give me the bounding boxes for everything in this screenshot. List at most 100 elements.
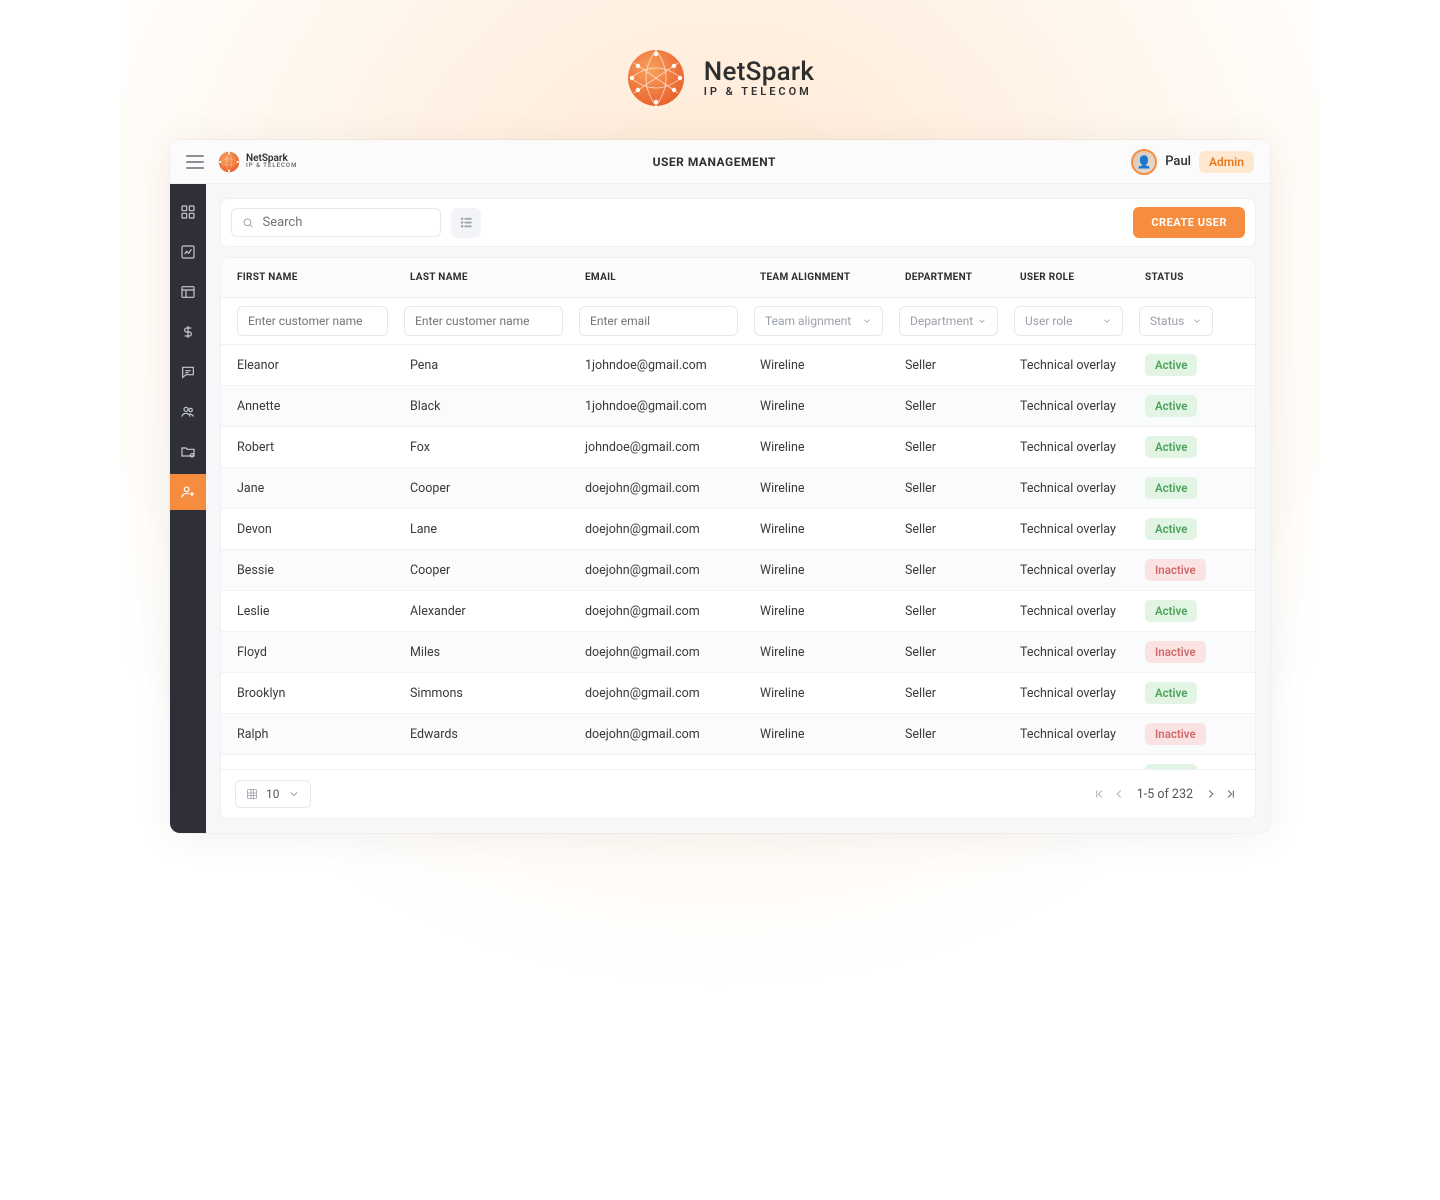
col-first-name[interactable]: FIRST NAME	[221, 258, 396, 297]
filter-row: Team alignment Department User role Stat…	[221, 298, 1255, 345]
table-cell: doejohn@gmail.com	[571, 472, 746, 505]
table-cell: Technical overlay	[1006, 431, 1131, 464]
table-cell: Technical overlay	[1006, 554, 1131, 587]
table-cell: doejohn@gmail.com	[571, 513, 746, 546]
pager-next[interactable]	[1201, 784, 1221, 804]
sidebar-item-dashboard[interactable]	[170, 194, 206, 230]
status-badge: Active	[1145, 682, 1197, 704]
pager-prev[interactable]	[1109, 784, 1129, 804]
col-role[interactable]: USER ROLE	[1006, 258, 1131, 297]
hamburger-icon[interactable]	[186, 155, 204, 169]
table-cell: doejohn@gmail.com	[571, 718, 746, 751]
table-row[interactable]: JaneCooperdoejohn@gmail.comWirelineSelle…	[221, 468, 1255, 509]
table-cell: Miles	[396, 636, 571, 669]
table-cell: Technical overlay	[1006, 718, 1131, 751]
table-cell: Alexander	[396, 595, 571, 628]
page-size-value: 10	[266, 787, 280, 801]
table-row[interactable]: JacobJonesdoejohn@gmail.comWirelineSelle…	[221, 755, 1255, 769]
table-cell: 1johndoe@gmail.com	[571, 349, 746, 382]
table-cell: Seller	[891, 595, 1006, 628]
table-cell: Fox	[396, 431, 571, 464]
col-dept[interactable]: DEPARTMENT	[891, 258, 1006, 297]
status-cell: Active	[1131, 345, 1221, 385]
page-size-select[interactable]: 10	[235, 780, 311, 808]
filter-first-name[interactable]	[237, 306, 388, 336]
table-cell: Technical overlay	[1006, 472, 1131, 505]
chevron-down-icon	[862, 316, 872, 326]
sidebar-item-user-management[interactable]	[170, 474, 206, 510]
list-view-toggle[interactable]	[451, 208, 481, 238]
table-row[interactable]: FloydMilesdoejohn@gmail.comWirelineSelle…	[221, 632, 1255, 673]
sidebar-item-analytics[interactable]	[170, 234, 206, 270]
col-status[interactable]: STATUS	[1131, 258, 1221, 297]
table-cell: Annette	[221, 390, 396, 423]
status-badge: Active	[1145, 354, 1197, 376]
chevron-down-icon	[1102, 316, 1112, 326]
filter-role[interactable]: User role	[1014, 306, 1123, 336]
filter-last-name[interactable]	[404, 306, 563, 336]
table-cell: Ralph	[221, 718, 396, 751]
pager-first[interactable]	[1089, 784, 1109, 804]
table-cell: doejohn@gmail.com	[571, 759, 746, 770]
table-cell: Seller	[891, 349, 1006, 382]
sidebar-item-people[interactable]	[170, 394, 206, 430]
col-last-name[interactable]: LAST NAME	[396, 258, 571, 297]
status-badge: Active	[1145, 395, 1197, 417]
table-row[interactable]: AnnetteBlack1johndoe@gmail.comWirelineSe…	[221, 386, 1255, 427]
main-panel: CREATE USER FIRST NAME LAST NAME EMAIL T…	[206, 184, 1270, 833]
table-cell: Robert	[221, 431, 396, 464]
avatar[interactable]: 👤	[1131, 149, 1157, 175]
status-cell: Active	[1131, 755, 1221, 769]
chevron-down-icon	[1192, 316, 1202, 326]
app-header: NetSpark IP & TELECOM USER MANAGEMENT 👤 …	[170, 140, 1270, 184]
table-row[interactable]: EleanorPena1johndoe@gmail.comWirelineSel…	[221, 345, 1255, 386]
grid-icon	[246, 788, 258, 800]
table-cell: Technical overlay	[1006, 636, 1131, 669]
filter-team[interactable]: Team alignment	[754, 306, 883, 336]
create-user-button[interactable]: CREATE USER	[1133, 207, 1245, 238]
col-team[interactable]: TEAM ALIGNMENT	[746, 258, 891, 297]
search-input-wrap[interactable]	[231, 208, 441, 237]
table-cell: Floyd	[221, 636, 396, 669]
col-email[interactable]: EMAIL	[571, 258, 746, 297]
user-name: Paul	[1165, 154, 1191, 169]
status-cell: Inactive	[1131, 632, 1221, 672]
status-cell: Active	[1131, 468, 1221, 508]
table-row[interactable]: BrooklynSimmonsdoejohn@gmail.comWireline…	[221, 673, 1255, 714]
sidebar-item-folder[interactable]	[170, 434, 206, 470]
filter-status[interactable]: Status	[1139, 306, 1213, 336]
table-body: EleanorPena1johndoe@gmail.comWirelineSel…	[221, 345, 1255, 769]
sidebar-item-billing[interactable]	[170, 314, 206, 350]
table-row[interactable]: RalphEdwardsdoejohn@gmail.comWirelineSel…	[221, 714, 1255, 755]
page-info: 1-5 of 232	[1137, 787, 1193, 802]
table-cell: Jones	[396, 759, 571, 770]
table-cell: Devon	[221, 513, 396, 546]
search-input[interactable]	[262, 215, 430, 230]
table-row[interactable]: DevonLanedoejohn@gmail.comWirelineSeller…	[221, 509, 1255, 550]
table-cell: Wireline	[746, 636, 891, 669]
filter-dept[interactable]: Department	[899, 306, 998, 336]
table-cell: doejohn@gmail.com	[571, 677, 746, 710]
table-cell: Wireline	[746, 677, 891, 710]
table-cell: Wireline	[746, 718, 891, 751]
table-cell: Seller	[891, 718, 1006, 751]
table-cell: Wireline	[746, 390, 891, 423]
search-icon	[242, 216, 254, 230]
table-cell: doejohn@gmail.com	[571, 595, 746, 628]
mini-brand-tagline: IP & TELECOM	[246, 163, 297, 168]
table-cell: Seller	[891, 472, 1006, 505]
users-table: FIRST NAME LAST NAME EMAIL TEAM ALIGNMEN…	[220, 257, 1256, 819]
table-row[interactable]: LeslieAlexanderdoejohn@gmail.comWireline…	[221, 591, 1255, 632]
sidebar-item-table[interactable]	[170, 274, 206, 310]
table-cell: Technical overlay	[1006, 677, 1131, 710]
table-row[interactable]: BessieCooperdoejohn@gmail.comWirelineSel…	[221, 550, 1255, 591]
sidebar-item-chat[interactable]	[170, 354, 206, 390]
pager-last[interactable]	[1221, 784, 1241, 804]
sidebar	[170, 184, 206, 833]
table-cell: Pena	[396, 349, 571, 382]
filter-email[interactable]	[579, 306, 738, 336]
table-row[interactable]: RobertFoxjohndoe@gmail.comWirelineSeller…	[221, 427, 1255, 468]
table-cell: Seller	[891, 431, 1006, 464]
status-badge: Active	[1145, 600, 1197, 622]
status-badge: Inactive	[1145, 559, 1206, 581]
